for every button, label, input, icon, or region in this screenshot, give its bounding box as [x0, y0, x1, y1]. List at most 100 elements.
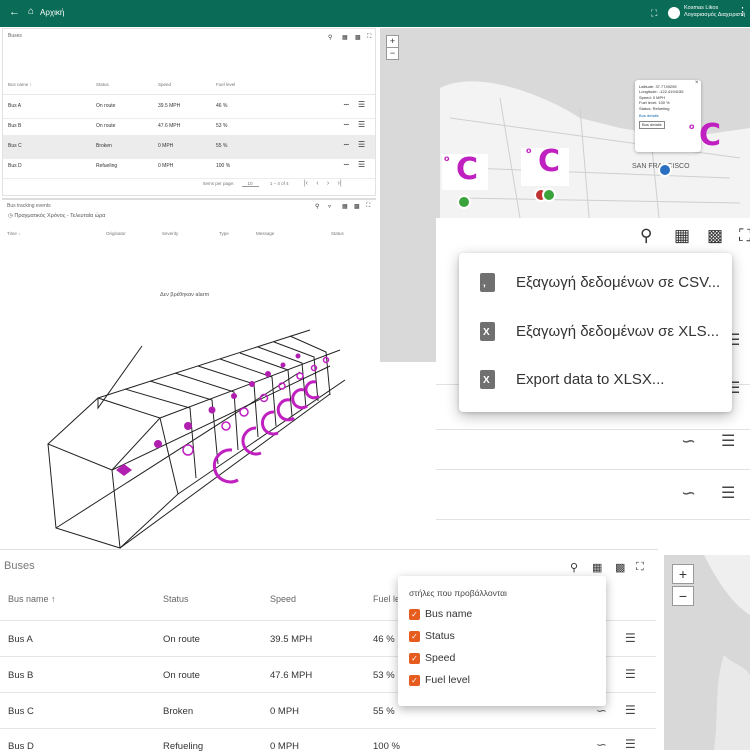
export-menu: , Εξαγωγή δεδομένων σε CSV... X Εξαγωγή … [459, 253, 732, 412]
icon-glyph: , [483, 278, 486, 289]
col-status[interactable]: Status [163, 594, 189, 604]
table-row[interactable]: Bus D Refueling 0 MPH 100 % ∽ ☰ [0, 729, 656, 753]
home-icon[interactable]: ⌂ [28, 6, 34, 17]
export-icon[interactable]: ▩ [354, 203, 360, 210]
export-xls-item[interactable]: X Εξαγωγή δεδομένων σε XLS... [459, 308, 732, 356]
first-page-icon[interactable]: |‹ [304, 180, 308, 187]
col-originator[interactable]: Originator [106, 231, 126, 236]
list-icon[interactable]: ☰ [358, 140, 365, 149]
columns-icon[interactable]: ▦ [674, 226, 690, 246]
filter-icon[interactable]: ▿ [328, 203, 331, 210]
xls-file-icon: X [480, 322, 495, 341]
checkbox-checked-icon[interactable]: ✓ [409, 675, 420, 686]
column-toggle[interactable]: ✓ Bus name [409, 607, 599, 623]
column-toggle[interactable]: ✓ Speed [409, 651, 599, 667]
bus-info-popup: Latitude: 37.7749295 Longitude: -122.419… [635, 80, 701, 152]
search-icon[interactable]: ⚲ [640, 226, 652, 246]
column-toggle[interactable]: ✓ Status [409, 629, 599, 645]
bus-details-link[interactable]: Bus details [639, 113, 659, 118]
map-widget-small[interactable]: + − [664, 555, 750, 750]
table-header: Time ↓ Originator Severity Type Message … [2, 231, 376, 243]
chart-icon[interactable]: ∽ [343, 120, 350, 129]
list-icon[interactable]: ☰ [625, 737, 636, 751]
wireframe-overlay [0, 329, 436, 550]
list-icon[interactable]: ☰ [721, 483, 735, 503]
col-type[interactable]: Type [219, 231, 229, 236]
search-icon[interactable]: ⚲ [328, 34, 332, 41]
list-icon[interactable]: ☰ [358, 160, 365, 169]
export-xlsx-item[interactable]: X Export data to XLSX... [459, 356, 732, 404]
col-speed[interactable]: Speed [270, 594, 296, 604]
bus-marker-icon[interactable] [658, 163, 672, 177]
zoom-in-button[interactable]: + [672, 564, 694, 584]
col-status[interactable]: Status [96, 82, 109, 87]
table-header: Bus name ↑ Status Speed Fuel level [3, 77, 375, 95]
chart-icon[interactable]: ∽ [596, 737, 607, 753]
cell-speed: 0 MPH [270, 741, 300, 752]
search-icon[interactable]: ⚲ [315, 203, 319, 210]
table-row[interactable]: Bus D Refueling 0 MPH 100 % ∽ ☰ [3, 155, 375, 179]
fullscreen-icon[interactable]: ⛶ [636, 561, 644, 574]
fullscreen-icon[interactable]: ⛶ [367, 34, 371, 41]
back-arrow-icon[interactable]: ← [9, 6, 20, 18]
menu-item-label: Εξαγωγή δεδομένων σε CSV... [516, 274, 721, 291]
map-tiles [664, 555, 750, 750]
columns-icon[interactable]: ▦ [592, 561, 602, 574]
chart-icon[interactable]: ∽ [343, 100, 350, 109]
chart-icon[interactable]: ∽ [681, 483, 696, 504]
search-icon[interactable]: ⚲ [570, 561, 578, 574]
fullscreen-icon[interactable]: ⛶ [651, 8, 657, 19]
col-status[interactable]: Status [331, 231, 344, 236]
col-fuel[interactable]: Fuel level [216, 82, 235, 87]
last-page-icon[interactable]: ›| [338, 180, 342, 187]
zoom-out-button[interactable]: − [672, 586, 694, 606]
prev-page-icon[interactable]: ‹ [316, 180, 318, 187]
list-icon[interactable]: ☰ [358, 120, 365, 129]
col-message[interactable]: Message [256, 231, 274, 236]
cell-speed: 0 MPH [158, 143, 174, 149]
menu-item-label: Export data to XLSX... [516, 371, 665, 388]
cell-status: Refueling [96, 163, 118, 169]
col-severity[interactable]: Severity [162, 231, 178, 236]
checkbox-checked-icon[interactable]: ✓ [409, 631, 420, 642]
bus-marker-icon[interactable] [542, 188, 556, 202]
more-vert-icon[interactable]: ⋮ [737, 5, 748, 18]
columns-icon[interactable]: ▦ [342, 203, 348, 210]
column-toggle[interactable]: ✓ Fuel level [409, 673, 599, 689]
export-csv-item[interactable]: , Εξαγωγή δεδομένων σε CSV... [459, 259, 732, 307]
close-icon[interactable]: × [695, 80, 699, 86]
export-icon[interactable]: ▩ [707, 226, 723, 246]
avatar[interactable] [668, 7, 680, 19]
fullscreen-icon[interactable]: ⛶ [739, 226, 750, 246]
checkbox-checked-icon[interactable]: ✓ [409, 653, 420, 664]
cell-speed: 39.5 MPH [158, 103, 181, 109]
export-icon[interactable]: ▩ [355, 34, 361, 41]
bus-details-button[interactable]: Bus details [639, 121, 665, 129]
divider [436, 429, 750, 430]
zoom-out-button[interactable]: − [386, 47, 399, 60]
rows-per-page-select[interactable]: 10 [241, 181, 259, 187]
rows-per-page-label: Items per page: [203, 181, 235, 186]
list-icon[interactable]: ☰ [721, 431, 735, 451]
columns-icon[interactable]: ▦ [342, 34, 348, 41]
col-speed[interactable]: Speed [158, 82, 171, 87]
bus-marker-icon[interactable] [457, 195, 471, 209]
col-time[interactable]: Time ↓ [7, 231, 20, 236]
col-bus-name[interactable]: Bus name ↑ [8, 82, 32, 87]
fullscreen-icon[interactable]: ⛶ [366, 203, 370, 210]
time-range[interactable]: ◷ Πραγματικός Χρόνος - Τελευταία ώρα [8, 213, 105, 219]
chart-icon[interactable]: ∽ [343, 160, 350, 169]
list-icon[interactable]: ☰ [625, 703, 636, 717]
list-icon[interactable]: ☰ [625, 631, 636, 645]
cell-fuel: 53 % [373, 670, 395, 681]
checkbox-checked-icon[interactable]: ✓ [409, 609, 420, 620]
chart-icon[interactable]: ∽ [681, 431, 696, 452]
breadcrumb-home[interactable]: Αρχική [40, 8, 64, 17]
export-icon[interactable]: ▩ [615, 561, 625, 574]
next-page-icon[interactable]: › [327, 180, 329, 187]
col-bus-name[interactable]: Bus name ↑ [8, 594, 56, 604]
list-icon[interactable]: ☰ [358, 100, 365, 109]
cell-status: On route [163, 634, 200, 645]
list-icon[interactable]: ☰ [625, 667, 636, 681]
chart-icon[interactable]: ∽ [343, 140, 350, 149]
